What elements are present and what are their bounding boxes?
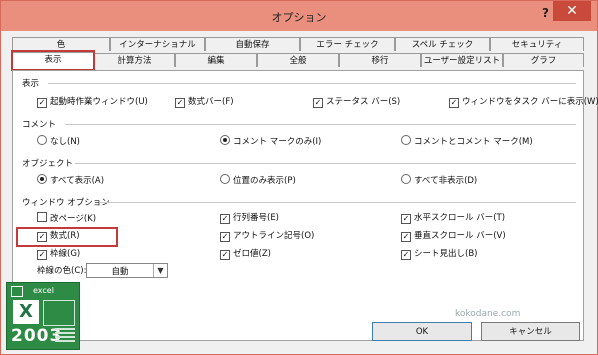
section-divider — [100, 202, 576, 203]
tab-chart[interactable]: グラフ — [503, 53, 584, 67]
checkbox-label: 改ページ(K) — [50, 214, 97, 224]
tab-international[interactable]: インターナショナル — [110, 37, 205, 51]
bars-icon — [55, 328, 75, 344]
outline-symbols-checkbox[interactable]: ✓ アウトライン記号(O) — [220, 230, 314, 242]
dialog-title: オプション — [271, 11, 327, 24]
grid-icon — [11, 286, 23, 297]
logo-label: excel — [33, 286, 54, 295]
radio — [220, 135, 230, 145]
chevron-down-icon[interactable]: ▼ — [153, 264, 167, 277]
checkbox: ✓ — [220, 214, 230, 224]
section-comment: コメント — [22, 120, 57, 130]
radio — [37, 135, 47, 145]
tab-row-front: 表示 計算方法 編集 全般 移行 ユーザー設定リスト グラフ — [12, 52, 584, 69]
close-button[interactable]: ✕ — [553, 1, 591, 21]
section-display: 表示 — [22, 79, 40, 89]
checkbox-label: 数式バー(F) — [188, 97, 234, 107]
object-hide-all-radio[interactable]: すべて非表示(D) — [401, 174, 477, 186]
checkbox: ✓ — [449, 98, 459, 108]
excel-2003-logo: excel X 2003 — [6, 282, 80, 350]
row-col-headers-checkbox[interactable]: ✓ 行列番号(E) — [220, 212, 279, 224]
tab-edit[interactable]: 編集 — [175, 53, 257, 67]
startup-task-pane-checkbox[interactable]: ✓ 起動時作業ウィンドウ(U) — [37, 96, 148, 108]
ok-button[interactable]: OK — [372, 322, 472, 341]
zero-values-checkbox[interactable]: ✓ ゼロ値(Z) — [220, 248, 271, 260]
cancel-button[interactable]: キャンセル — [481, 322, 580, 341]
checkbox: ✓ — [220, 250, 230, 260]
comment-none-radio[interactable]: なし(N) — [37, 135, 80, 147]
radio-label: なし(N) — [50, 137, 80, 147]
comment-and-indicator-radio[interactable]: コメントとコメント マーク(M) — [401, 135, 533, 147]
tab-calculation[interactable]: 計算方法 — [94, 53, 175, 67]
gridline-color-value: 自動 — [111, 267, 129, 277]
checkbox: ✓ — [37, 98, 47, 108]
checkbox-label: ゼロ値(Z) — [233, 249, 271, 259]
section-divider — [75, 163, 576, 164]
tab-error-check[interactable]: エラー チェック — [300, 37, 395, 51]
object-show-all-radio[interactable]: すべて表示(A) — [37, 174, 104, 186]
gridline-color-label: 枠線の色(C): — [37, 266, 87, 276]
logo-header: excel — [7, 283, 79, 299]
comment-indicator-only-radio[interactable]: コメント マークのみ(I) — [220, 135, 321, 147]
checkbox-label: ウィンドウをタスク バーに表示(W) — [462, 97, 598, 107]
checkbox: ✓ — [401, 232, 411, 242]
radio-label: コメント マークのみ(I) — [233, 137, 322, 147]
checkbox-label: 行列番号(E) — [233, 213, 280, 223]
formulas-highlight — [16, 227, 118, 247]
radio — [220, 174, 230, 184]
taskbar-windows-checkbox[interactable]: ✓ ウィンドウをタスク バーに表示(W) — [449, 96, 598, 108]
tab-row-back: 色 インターナショナル 自動保存 エラー チェック スペル チェック セキュリテ… — [12, 37, 584, 52]
checkbox: ✓ — [220, 232, 230, 242]
tab-autosave[interactable]: 自動保存 — [205, 37, 300, 51]
sheet-icon — [43, 300, 75, 326]
formula-bar-checkbox[interactable]: ✓ 数式バー(F) — [175, 96, 234, 108]
tab-color[interactable]: 色 — [12, 37, 110, 51]
gridlines-checkbox[interactable]: ✓ 枠線(G) — [37, 248, 80, 260]
checkbox: ✓ — [401, 250, 411, 260]
tab-spell-check[interactable]: スペル チェック — [395, 37, 490, 51]
excel-icon: X — [13, 300, 39, 324]
tab-general[interactable]: 全般 — [257, 53, 339, 67]
checkbox-label: 枠線(G) — [50, 249, 81, 259]
page-breaks-checkbox[interactable]: 改ページ(K) — [37, 212, 96, 224]
checkbox-label: ステータス バー(S) — [326, 97, 401, 107]
tab-security[interactable]: セキュリティ — [490, 37, 584, 51]
gridline-color-select[interactable]: 自動 ▼ — [86, 263, 168, 278]
watermark: kokodane.com — [455, 309, 521, 319]
radio — [401, 135, 411, 145]
tab-custom-lists[interactable]: ユーザー設定リスト — [421, 53, 503, 67]
checkbox-label: アウトライン記号(O) — [233, 231, 315, 241]
checkbox: ✓ — [313, 98, 323, 108]
section-window-options: ウィンドウ オプション — [22, 198, 110, 208]
object-placeholders-radio[interactable]: 位置のみ表示(P) — [220, 174, 296, 186]
radio-label: 位置のみ表示(P) — [233, 176, 296, 186]
section-divider — [65, 124, 576, 125]
horizontal-scrollbar-checkbox[interactable]: ✓ 水平スクロール バー(T) — [401, 212, 505, 224]
checkbox-label: 起動時作業ウィンドウ(U) — [50, 97, 148, 107]
radio — [37, 174, 47, 184]
sheet-tabs-checkbox[interactable]: ✓ シート見出し(B) — [401, 248, 477, 260]
checkbox-label: 水平スクロール バー(T) — [414, 213, 506, 223]
checkbox: ✓ — [401, 214, 411, 224]
radio — [401, 174, 411, 184]
checkbox: ✓ — [37, 250, 47, 260]
status-bar-checkbox[interactable]: ✓ ステータス バー(S) — [313, 96, 400, 108]
tab-transition[interactable]: 移行 — [339, 53, 421, 67]
checkbox-label: 垂直スクロール バー(V) — [414, 231, 506, 241]
section-divider — [48, 83, 576, 84]
checkbox-label: シート見出し(B) — [414, 249, 478, 259]
title-bar: オプション ? ✕ — [1, 1, 597, 31]
radio-label: すべて非表示(D) — [414, 176, 478, 186]
checkbox — [37, 212, 47, 222]
vertical-scrollbar-checkbox[interactable]: ✓ 垂直スクロール バー(V) — [401, 230, 506, 242]
radio-label: すべて表示(A) — [50, 176, 105, 186]
radio-label: コメントとコメント マーク(M) — [414, 137, 533, 147]
active-tab-highlight — [11, 50, 95, 71]
help-button[interactable]: ? — [542, 6, 549, 20]
checkbox: ✓ — [175, 98, 185, 108]
section-object: オブジェクト — [22, 159, 74, 169]
